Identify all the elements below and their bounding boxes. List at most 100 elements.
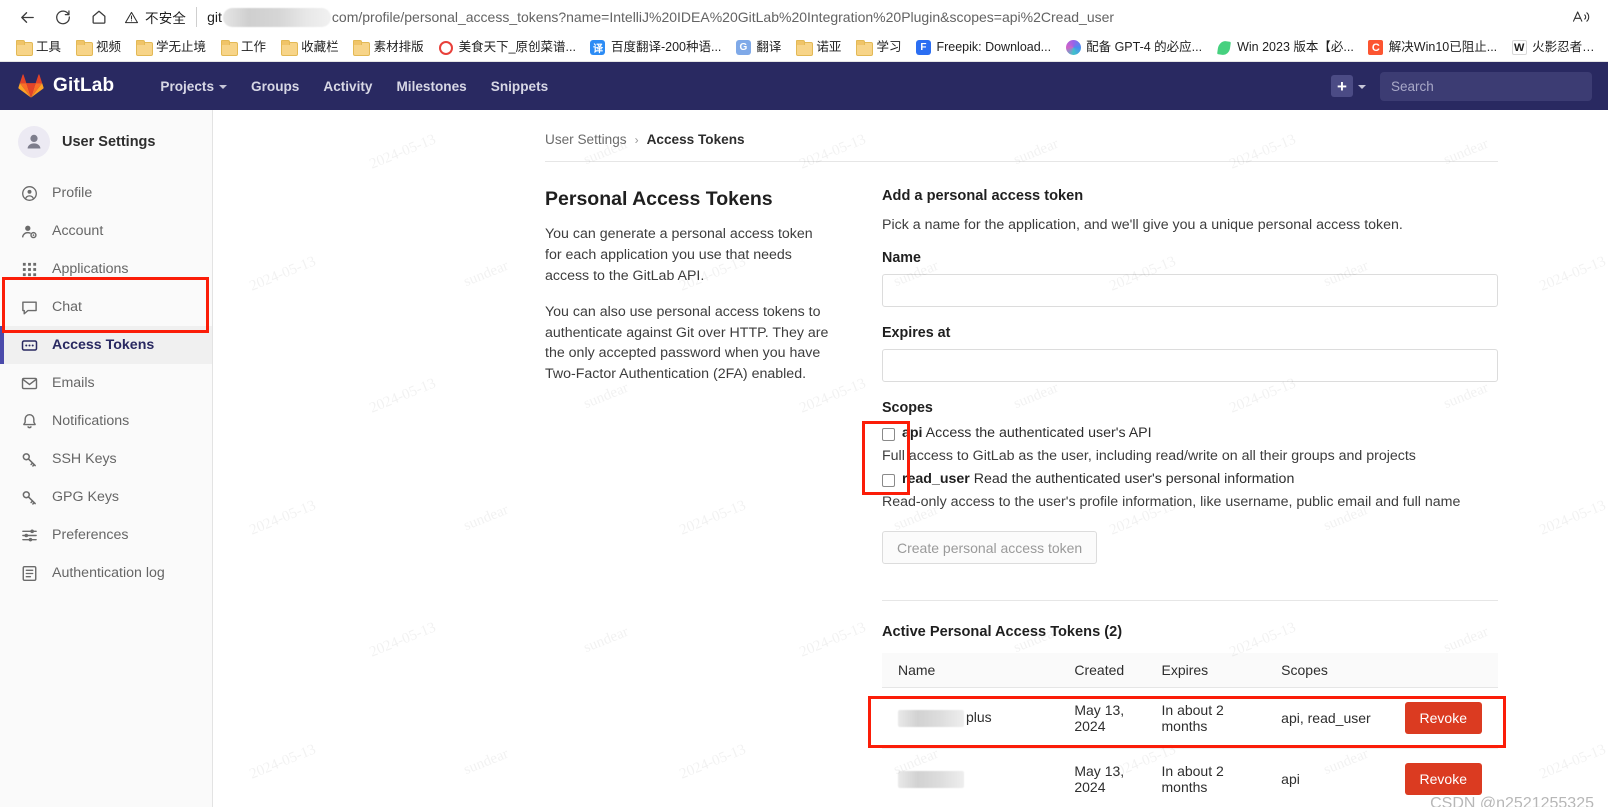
sidebar-item-emails[interactable]: Emails — [0, 364, 212, 402]
nav-item-label: Groups — [251, 78, 300, 94]
sidebar-item-label: Notifications — [52, 413, 130, 429]
checkbox-read-user[interactable] — [882, 474, 895, 487]
bookmark-item[interactable]: 工作 — [213, 38, 273, 58]
sidebar-item-access-tokens[interactable]: Access Tokens — [0, 326, 212, 364]
cell-created: May 13, 2024 — [1058, 687, 1146, 749]
gitlab-navbar: GitLab Projects Groups Activity Milestones S… — [0, 62, 1608, 110]
column-header-scopes: Scopes — [1265, 653, 1389, 688]
cell-expires: In about 2 months — [1145, 687, 1266, 749]
nav-item-groups[interactable]: Groups — [239, 73, 311, 100]
name-input[interactable] — [882, 274, 1498, 307]
bookmark-label: 学习 — [876, 40, 902, 55]
bookmark-item[interactable]: 视频 — [68, 38, 128, 58]
bookmark-item[interactable]: 工具 — [8, 38, 68, 58]
token-icon — [20, 336, 38, 354]
bookmarks-bar: 工具 视频 学无止境 工作 收藏栏 素材排版 美食天下_原创菜谱... 译百度翻译-200种语… — [0, 34, 1608, 62]
folder-icon — [220, 40, 238, 56]
bookmark-item[interactable]: C 解决Win10已阻止... — [1361, 38, 1504, 58]
nav-item-projects[interactable]: Projects — [148, 73, 239, 100]
revoke-button[interactable]: Revoke — [1404, 702, 1482, 734]
nav-item-label: Projects — [160, 78, 215, 94]
sidebar-item-label: Preferences — [52, 527, 129, 543]
bookmark-label: Win 2023 版本【必... — [1237, 40, 1354, 55]
home-icon — [92, 10, 106, 24]
search-input[interactable] — [1391, 78, 1581, 94]
intro-paragraph-1: You can generate a personal access token… — [545, 226, 813, 284]
bookmark-item[interactable]: 学习 — [848, 38, 908, 58]
read-aloud-button[interactable] — [1564, 3, 1598, 31]
form-column: Add a personal access token Pick a name … — [862, 188, 1506, 807]
browser-chrome: 不安全 git com/profile/personal_access_token… — [0, 0, 1608, 62]
back-button[interactable] — [10, 2, 44, 32]
envelope-icon — [20, 374, 38, 392]
create-token-button[interactable]: Create personal access token — [882, 531, 1098, 564]
sidebar-item-chat[interactable]: Chat — [0, 288, 212, 326]
section-divider — [882, 600, 1498, 601]
plus-icon: + — [1331, 75, 1353, 97]
scope-row-read-user[interactable]: read_user Read the authenticated user's … — [882, 471, 1498, 487]
folder-icon — [795, 40, 813, 56]
gitlab-logo-link[interactable]: GitLab — [18, 74, 114, 98]
url-text[interactable]: git com/profile/personal_access_tokens?na… — [207, 7, 1114, 27]
sidebar-item-preferences[interactable]: Preferences — [0, 516, 212, 554]
sidebar-item-list: Profile Account Applications Chat Access Tok… — [0, 174, 212, 592]
home-button[interactable] — [82, 2, 116, 32]
new-item-button[interactable]: + — [1331, 75, 1366, 97]
cell-scopes: api — [1265, 748, 1389, 807]
csdn-icon: C — [1368, 40, 1384, 56]
bookmark-item[interactable]: 美食天下_原创菜谱... — [431, 38, 583, 58]
nav-item-label: Activity — [323, 78, 373, 94]
sidebar-item-gpg-keys[interactable]: GPG Keys — [0, 478, 212, 516]
scope-read-user-text: read_user Read the authenticated user's … — [902, 471, 1294, 487]
nav-item-snippets[interactable]: Snippets — [479, 73, 560, 100]
wikipedia-icon: W — [1511, 40, 1527, 56]
bookmark-item[interactable]: 收藏栏 — [273, 38, 346, 58]
bell-icon — [20, 412, 38, 430]
bookmark-item[interactable]: 配备 GPT-4 的必应... — [1058, 38, 1209, 58]
bookmark-label: 火影忍者… — [1532, 40, 1595, 55]
bookmark-item[interactable]: W 火影忍者… — [1504, 38, 1602, 58]
bookmark-item[interactable]: 译百度翻译-200种语... — [583, 38, 728, 58]
bookmark-item[interactable]: G 翻译 — [728, 38, 788, 58]
sidebar-item-authentication-log[interactable]: Authentication log — [0, 554, 212, 592]
search-box[interactable] — [1380, 71, 1592, 101]
expires-field-label: Expires at — [882, 325, 951, 341]
grid-dots-icon — [20, 260, 38, 278]
sidebar-item-ssh-keys[interactable]: SSH Keys — [0, 440, 212, 478]
intro-column: Personal Access Tokens You can generate … — [545, 188, 830, 807]
address-bar[interactable]: 不安全 git com/profile/personal_access_token… — [124, 3, 1562, 31]
sidebar-item-applications[interactable]: Applications — [0, 250, 212, 288]
reload-button[interactable] — [46, 2, 80, 32]
scope-api-description: Full access to GitLab as the user, inclu… — [882, 448, 1416, 464]
nav-item-activity[interactable]: Activity — [311, 73, 384, 100]
sidebar-item-label: Profile — [52, 185, 93, 201]
expires-at-input[interactable] — [882, 349, 1498, 382]
url-redacted-block — [222, 7, 331, 27]
warning-triangle-icon — [124, 11, 139, 23]
scope-api-summary: Access the authenticated user's API — [925, 425, 1152, 441]
tokens-table-wrap: Name Created Expires Scopes plus May 13, … — [868, 653, 1506, 807]
bookmark-item[interactable]: 诺亚 — [788, 38, 848, 58]
sidebar-item-notifications[interactable]: Notifications — [0, 402, 212, 440]
user-circle-icon — [20, 184, 38, 202]
folder-icon — [280, 40, 298, 56]
nav-item-milestones[interactable]: Milestones — [384, 73, 478, 100]
bookmark-item[interactable]: 学无止境 — [128, 38, 213, 58]
security-indicator[interactable]: 不安全 — [124, 7, 198, 27]
scope-row-api[interactable]: api Access the authenticated user's API — [882, 425, 1498, 441]
sidebar-item-label: Emails — [52, 375, 95, 391]
bookmark-item[interactable]: Win 2023 版本【必... — [1209, 38, 1361, 58]
checkbox-api[interactable] — [882, 428, 895, 441]
bookmark-label: 收藏栏 — [301, 40, 339, 55]
sidebar-item-label: Account — [52, 223, 104, 239]
bookmark-item[interactable]: F Freepik: Download... — [908, 38, 1058, 58]
user-settings-header[interactable]: User Settings — [0, 110, 212, 174]
breadcrumb-parent[interactable]: User Settings — [545, 132, 627, 147]
cell-token-name: plus — [882, 687, 1059, 749]
table-row: May 13, 2024 In about 2 months api Revoke — [882, 748, 1498, 807]
bookmark-item[interactable]: 素材排版 — [346, 38, 431, 58]
sidebar-item-account[interactable]: Account — [0, 212, 212, 250]
scope-api-name: api — [902, 425, 923, 441]
revoke-button[interactable]: Revoke — [1404, 763, 1482, 795]
sidebar-item-profile[interactable]: Profile — [0, 174, 212, 212]
